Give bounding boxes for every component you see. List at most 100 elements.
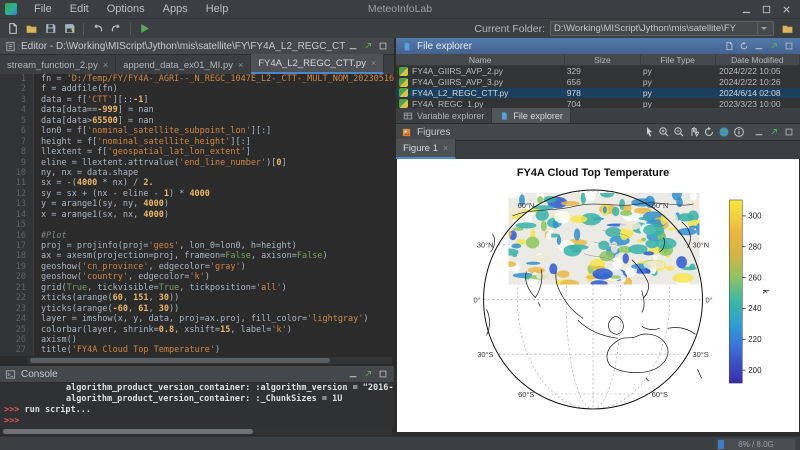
code-text: lon0 = f['nominal_satellite_subpoint_lon… bbox=[34, 126, 271, 136]
lat-label: 60°S bbox=[652, 390, 668, 399]
code-line: 11sx = -(4000 * nx) / 2. bbox=[0, 178, 394, 188]
code-line: 4data[data==-999] = nan bbox=[0, 105, 394, 115]
minimize-button[interactable] bbox=[345, 367, 360, 381]
zoom-in-button[interactable] bbox=[656, 125, 671, 139]
chevron-down-icon[interactable] bbox=[757, 23, 770, 34]
maximize-button[interactable] bbox=[375, 39, 390, 53]
console-hscroll-thumb[interactable] bbox=[3, 429, 253, 434]
column-header-date-modified[interactable]: Date Modified bbox=[716, 55, 800, 65]
new-file-button[interactable] bbox=[3, 20, 22, 37]
code-text: x = arange1(sx, nx, 4000) bbox=[34, 210, 169, 220]
tab-figure-1[interactable]: Figure 1 × bbox=[396, 139, 456, 159]
float-button[interactable] bbox=[766, 39, 781, 53]
tab-close-icon[interactable]: × bbox=[371, 58, 376, 68]
file-table-header[interactable]: NameSizeFile TypeDate Modified bbox=[396, 54, 800, 66]
float-button[interactable] bbox=[360, 367, 375, 381]
maximize-button[interactable] bbox=[781, 39, 796, 53]
ctt-pixel-blob bbox=[507, 192, 521, 198]
new-file-button[interactable] bbox=[721, 39, 736, 53]
main-toolbar: Current Folder: D:\Working\MIScript\Jyth… bbox=[0, 19, 800, 39]
code-text: f = addfile(fn) bbox=[34, 84, 118, 94]
ctt-pixel-blob bbox=[508, 231, 512, 237]
menu-edit[interactable]: Edit bbox=[61, 3, 98, 15]
save-button[interactable] bbox=[41, 20, 60, 37]
maximize-button[interactable] bbox=[756, 1, 776, 17]
column-header-name[interactable]: Name bbox=[396, 55, 565, 65]
cursor-button[interactable] bbox=[641, 125, 656, 139]
file-row-FY4A_GIIRS_AVP_2.py[interactable]: FY4A_GIIRS_AVP_2.py329py2024/2/22 10:05 bbox=[396, 66, 800, 77]
file-row-FY4A_GIIRS_AVP_3.py[interactable]: FY4A_GIIRS_AVP_3.py656py2024/2/22 10:26 bbox=[396, 77, 800, 88]
globe-button[interactable] bbox=[716, 125, 731, 139]
code-editor[interactable]: 1fn = 'D:/Temp/FY/FY4A-_AGRI--_N_REGC_10… bbox=[0, 74, 394, 356]
code-line: 5data[data>65500] = nan bbox=[0, 116, 394, 126]
console-line: >>> bbox=[0, 416, 394, 427]
undo-button[interactable] bbox=[88, 20, 107, 37]
redo-button[interactable] bbox=[107, 20, 126, 37]
column-header-size[interactable]: Size bbox=[565, 55, 640, 65]
menu-help[interactable]: Help bbox=[197, 3, 238, 15]
code-text: layer = imshow(x, y, data, proj=ax.proj,… bbox=[34, 314, 369, 324]
console-output[interactable]: algorithm_product_version_container: :al… bbox=[0, 383, 394, 428]
open-folder-button[interactable] bbox=[22, 20, 41, 37]
maximize-button[interactable] bbox=[375, 367, 390, 381]
menu-options[interactable]: Options bbox=[98, 3, 154, 15]
identify-button[interactable] bbox=[731, 125, 746, 139]
file-cell: 2024/6/14 02:08 bbox=[715, 88, 800, 98]
line-number: 3 bbox=[0, 95, 34, 105]
run-button[interactable] bbox=[135, 20, 154, 37]
python-file-icon bbox=[399, 88, 408, 97]
console-hscrollbar[interactable] bbox=[2, 428, 392, 435]
code-text: yticks(arange(-60, 61, 30)) bbox=[34, 304, 179, 314]
editor-tab-stream_function_2.py[interactable]: stream_function_2.py× bbox=[0, 56, 116, 74]
close-button[interactable] bbox=[776, 1, 796, 17]
minimize-button[interactable] bbox=[736, 1, 756, 17]
toolbar-separator bbox=[130, 23, 131, 35]
code-text: sy = sx + (nx - eline - 1) * 4000 bbox=[34, 189, 210, 199]
figure-canvas[interactable]: FY4A Cloud Top Temperature bbox=[397, 159, 799, 432]
float-button[interactable] bbox=[766, 125, 781, 139]
meteoinfolab-window: FileEditOptionsAppsHelp MeteoInfoLab Cur… bbox=[0, 0, 800, 450]
editor-tab-FY4A_L2_REGC_CTT.py[interactable]: FY4A_L2_REGC_CTT.py× bbox=[251, 54, 384, 74]
ctt-pixel-blob bbox=[536, 273, 557, 279]
line-number: 2 bbox=[0, 84, 34, 94]
pan-hand-button[interactable] bbox=[686, 125, 701, 139]
console-title: Console bbox=[21, 369, 345, 380]
minimize-button[interactable] bbox=[345, 39, 360, 53]
minimize-button[interactable] bbox=[751, 39, 766, 53]
tab-variable-explorer[interactable]: Variable explorer bbox=[396, 108, 492, 123]
editor-tab-append_data_ex01_MI.py[interactable]: append_data_ex01_MI.py× bbox=[116, 56, 251, 74]
code-line: 26axism() bbox=[0, 335, 394, 345]
menu-apps[interactable]: Apps bbox=[154, 3, 197, 15]
code-text: data[data==-999] = nan bbox=[34, 105, 154, 115]
save-as-button[interactable] bbox=[60, 20, 79, 37]
tab-close-icon[interactable]: × bbox=[238, 60, 243, 70]
file-row-FY4A_L2_REGC_CTT.py[interactable]: FY4A_L2_REGC_CTT.py978py2024/6/14 02:08 bbox=[396, 88, 800, 99]
column-header-file-type[interactable]: File Type bbox=[641, 55, 716, 65]
code-text: xticks(arange(60, 151, 30)) bbox=[34, 293, 179, 303]
menu-file[interactable]: File bbox=[25, 3, 61, 15]
rotate-button[interactable] bbox=[701, 125, 716, 139]
float-button[interactable] bbox=[360, 39, 375, 53]
file-name-cell: FY4A_GIIRS_AVP_3.py bbox=[396, 77, 563, 87]
line-number: 22 bbox=[0, 293, 34, 303]
code-line: 13y = arange1(sy, ny, 4000) bbox=[0, 199, 394, 209]
ctt-pixel-blob bbox=[620, 210, 632, 216]
tab-close-icon[interactable]: × bbox=[103, 60, 108, 70]
current-folder-combobox[interactable]: D:\Working\MIScript\Jython\mis\satellite… bbox=[550, 21, 774, 36]
refresh-button[interactable] bbox=[736, 39, 751, 53]
figure-tab-close-icon[interactable]: × bbox=[443, 143, 448, 153]
minimize-button[interactable] bbox=[751, 125, 766, 139]
browse-folder-button[interactable] bbox=[778, 21, 796, 36]
explorer-bottom-tabs: Variable explorerFile explorer bbox=[396, 108, 800, 123]
file-explorer-panel: File explorer NameSizeFile TypeDate Modi… bbox=[396, 38, 800, 123]
memory-indicator[interactable]: 8% / 8.0G bbox=[716, 438, 796, 450]
tab-file-explorer[interactable]: File explorer bbox=[492, 108, 571, 123]
editor-panel: Editor - D:\Working\MIScript\Jython\mis\… bbox=[0, 38, 394, 365]
ctt-pixel-blob bbox=[512, 254, 517, 258]
editor-hscroll-thumb[interactable] bbox=[30, 358, 330, 363]
line-number: 12 bbox=[0, 189, 34, 199]
maximize-button[interactable] bbox=[781, 125, 796, 139]
code-text: ax = axesm(projection=proj, frameon=Fals… bbox=[34, 251, 328, 261]
editor-hscrollbar[interactable] bbox=[27, 357, 392, 364]
zoom-out-button[interactable] bbox=[671, 125, 686, 139]
